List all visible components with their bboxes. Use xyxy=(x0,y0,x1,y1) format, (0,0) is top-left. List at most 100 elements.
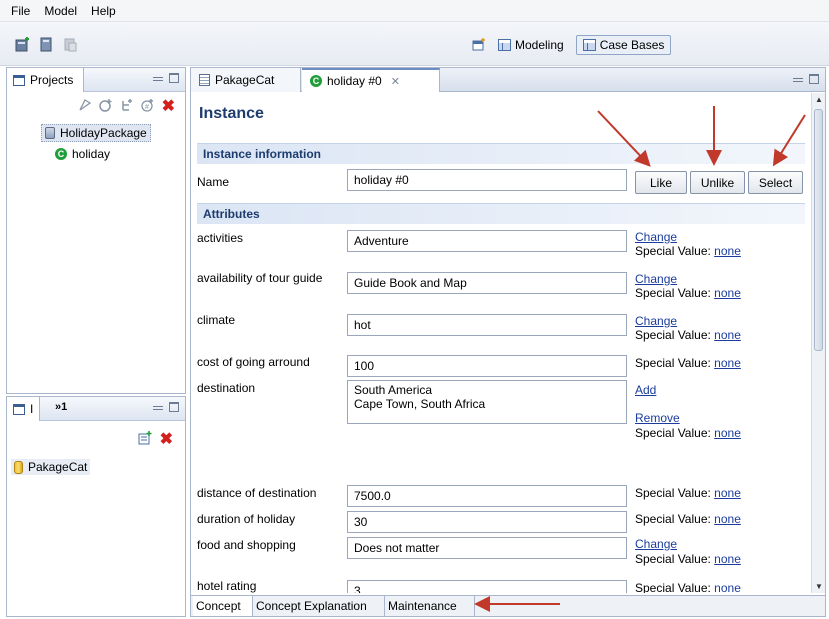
tab-concept-explanation[interactable]: Concept Explanation xyxy=(253,596,385,616)
attr-label-food: food and shopping xyxy=(197,538,296,552)
vertical-scrollbar[interactable]: ▲ ▼ xyxy=(811,93,825,593)
svg-text:#: # xyxy=(145,104,149,111)
new-project-icon[interactable] xyxy=(14,36,30,52)
projects-panel: Projects # ✖ HolidayPackage C holiday xyxy=(6,67,186,394)
add-attribute-icon[interactable] xyxy=(120,98,134,115)
add-instance-icon[interactable]: # xyxy=(140,98,155,115)
open-perspective-icon[interactable] xyxy=(472,37,486,54)
open-icon[interactable] xyxy=(38,36,54,52)
menu-file[interactable]: File xyxy=(4,4,37,18)
tree-item-label: HolidayPackage xyxy=(60,126,147,140)
perspective-modeling-label: Modeling xyxy=(515,38,564,52)
attr-field-cost[interactable]: 100 xyxy=(347,355,627,377)
delete-icon[interactable]: ✖ xyxy=(160,431,173,448)
special-value-link[interactable]: none xyxy=(714,581,741,593)
attr-field-food[interactable]: Does not matter xyxy=(347,537,627,559)
more-tabs-indicator[interactable]: »1 xyxy=(55,401,67,413)
attr-label-destination: destination xyxy=(197,381,256,395)
scrollbar-thumb[interactable] xyxy=(814,109,823,351)
tab-instances-label: I xyxy=(30,402,34,416)
maximize-icon[interactable] xyxy=(809,74,819,84)
scroll-up-icon[interactable]: ▲ xyxy=(815,95,823,104)
attr-field-tour-guide[interactable]: Guide Book and Map xyxy=(347,272,627,294)
tab-projects[interactable]: Projects xyxy=(7,68,85,92)
special-value-link[interactable]: none xyxy=(714,486,741,500)
section-attributes: Attributes xyxy=(197,203,805,224)
perspective-modeling[interactable]: Modeling xyxy=(492,36,570,54)
instance-icon: C xyxy=(310,75,322,87)
tab-instances[interactable]: I xyxy=(7,397,41,421)
tree-item-holiday-package[interactable]: HolidayPackage xyxy=(41,124,151,142)
delete-icon[interactable]: ✖ xyxy=(162,98,175,115)
instance-editor: PakageCat C holiday #0 ✕ Instance Instan… xyxy=(190,67,826,617)
form-content: Instance Instance information Name holid… xyxy=(191,93,811,593)
minimize-icon[interactable] xyxy=(793,74,803,84)
special-value: Special Value: none xyxy=(635,486,741,500)
special-value-link[interactable]: none xyxy=(714,426,741,440)
minimize-icon[interactable] xyxy=(153,73,163,83)
filter-icon[interactable] xyxy=(78,98,92,115)
tab-holiday-0-label: holiday #0 xyxy=(327,74,382,88)
special-value-link[interactable]: none xyxy=(714,512,741,526)
select-button[interactable]: Select xyxy=(748,171,803,194)
tab-maintenance[interactable]: Maintenance xyxy=(385,596,475,616)
attr-field-climate[interactable]: hot xyxy=(347,314,627,336)
scroll-down-icon[interactable]: ▼ xyxy=(815,582,823,591)
tab-holiday-0[interactable]: C holiday #0 ✕ xyxy=(302,68,440,92)
tree-item-holiday[interactable]: C holiday xyxy=(55,147,110,161)
special-value-link[interactable]: none xyxy=(714,356,741,370)
special-value-label: Special Value: xyxy=(635,426,711,440)
special-value: Special Value: none xyxy=(635,512,741,526)
maximize-icon[interactable] xyxy=(169,73,179,83)
name-field[interactable]: holiday #0 xyxy=(347,169,627,191)
unlike-button[interactable]: Unlike xyxy=(690,171,745,194)
add-concept-icon[interactable] xyxy=(98,98,113,115)
tab-pakagecat-label: PakageCat xyxy=(215,73,275,87)
special-value-label: Special Value: xyxy=(635,512,711,526)
attr-field-hotel-rating[interactable]: 3 xyxy=(347,580,627,593)
change-link[interactable]: Change xyxy=(635,314,677,328)
tab-pakagecat[interactable]: PakageCat xyxy=(191,68,301,92)
page-title: Instance xyxy=(199,105,264,122)
attr-field-distance[interactable]: 7500.0 xyxy=(347,485,627,507)
add-casebase-icon[interactable] xyxy=(138,431,152,448)
special-value: Special Value: none xyxy=(635,581,741,593)
perspective-case-bases-label: Case Bases xyxy=(599,38,665,52)
casebase-panel: I »1 ✖ PakageCat xyxy=(6,396,186,617)
menu-help[interactable]: Help xyxy=(84,4,123,18)
special-value-link[interactable]: none xyxy=(714,328,741,342)
casebase-table-icon xyxy=(199,74,210,86)
change-link[interactable]: Change xyxy=(635,230,677,244)
list-item-pakagecat[interactable]: PakageCat xyxy=(11,459,91,475)
special-value-label: Special Value: xyxy=(635,486,711,500)
minimize-icon[interactable] xyxy=(153,402,163,412)
special-value-link[interactable]: none xyxy=(714,552,741,566)
attr-field-activities[interactable]: Adventure xyxy=(347,230,627,252)
window-icon xyxy=(13,74,25,86)
close-icon[interactable]: ✕ xyxy=(391,75,400,88)
main-toolbar: Modeling Case Bases xyxy=(0,22,829,66)
like-button[interactable]: Like xyxy=(635,171,687,194)
tab-projects-label: Projects xyxy=(30,73,74,87)
special-value: Special Value: none xyxy=(635,244,741,258)
special-value-link[interactable]: none xyxy=(714,286,741,300)
attr-label-hotel-rating: hotel rating xyxy=(197,579,257,593)
destination-value: South America xyxy=(354,383,433,397)
menu-model[interactable]: Model xyxy=(37,4,84,18)
casebase-icon xyxy=(14,460,23,474)
special-value-label: Special Value: xyxy=(635,552,711,566)
tab-concept[interactable]: Concept xyxy=(193,596,253,616)
special-value-label: Special Value: xyxy=(635,356,711,370)
special-value: Special Value: none xyxy=(635,356,741,370)
attr-field-destination[interactable]: South America Cape Town, South Africa xyxy=(347,380,627,424)
change-link[interactable]: Change xyxy=(635,272,677,286)
attr-field-duration[interactable]: 30 xyxy=(347,511,627,533)
maximize-icon[interactable] xyxy=(169,402,179,412)
special-value-link[interactable]: none xyxy=(714,244,741,258)
change-link[interactable]: Change xyxy=(635,537,677,551)
perspective-case-bases[interactable]: Case Bases xyxy=(575,35,672,55)
remove-link[interactable]: Remove xyxy=(635,411,680,425)
special-value-label: Special Value: xyxy=(635,286,711,300)
attr-label-distance: distance of destination xyxy=(197,486,317,500)
add-link[interactable]: Add xyxy=(635,383,656,397)
